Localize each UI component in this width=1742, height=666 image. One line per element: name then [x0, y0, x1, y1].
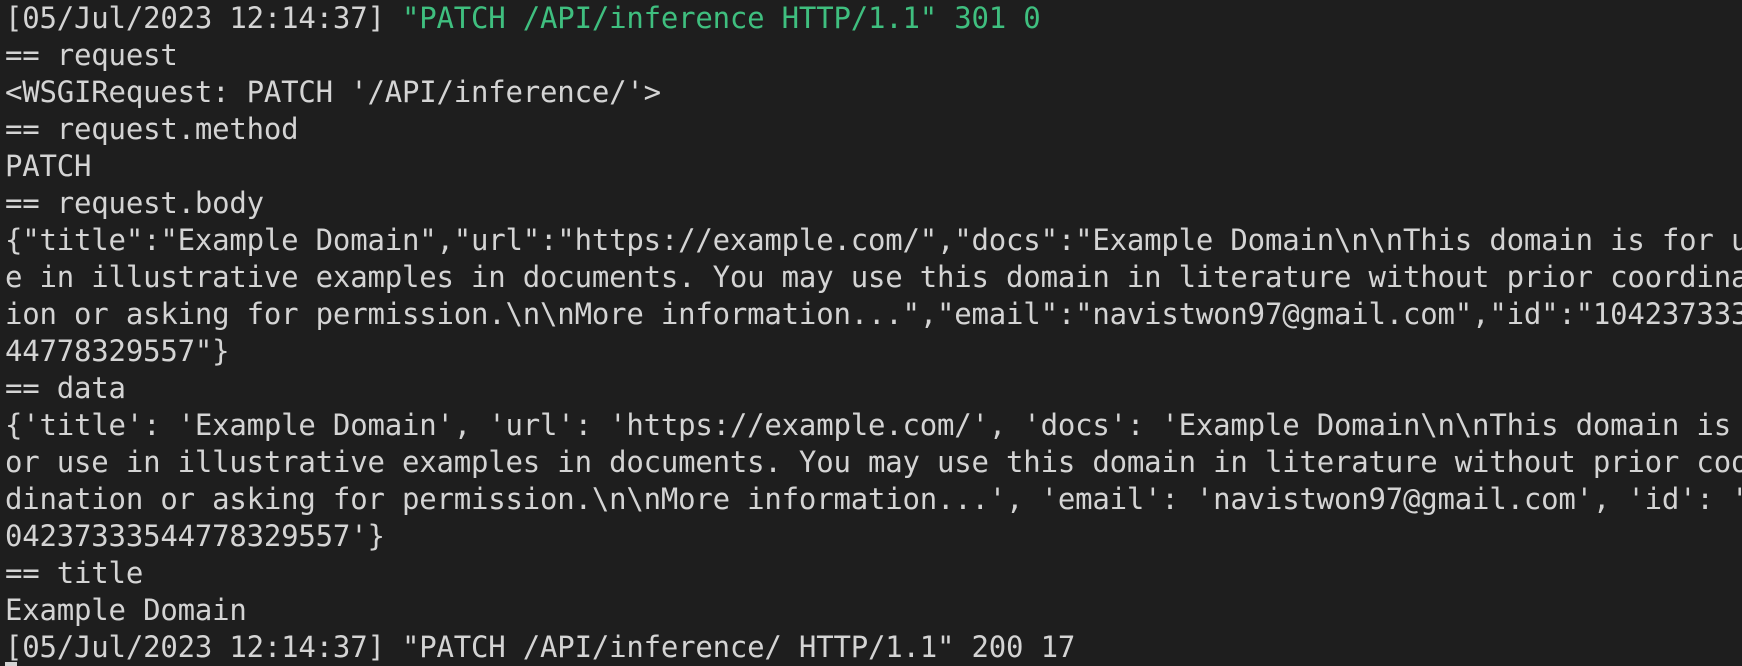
- request-method-value: PATCH: [5, 149, 92, 183]
- request-body-line-3: ion or asking for permission.\n\nMore in…: [5, 297, 1742, 331]
- request-body-line-4: 44778329557"}: [5, 334, 230, 368]
- section-header-title: == title: [5, 556, 144, 590]
- terminal-cursor: [5, 662, 17, 666]
- data-line-2: or use in illustrative examples in docum…: [5, 445, 1742, 479]
- section-header-data: == data: [5, 371, 126, 405]
- log-line-redirect: [05/Jul/2023 12:14:37] "PATCH /API/infer…: [0, 0, 1742, 37]
- request-body-line-2: e in illustrative examples in documents.…: [5, 260, 1742, 294]
- log-line-success: [05/Jul/2023 12:14:37] "PATCH /API/infer…: [5, 630, 1076, 664]
- section-header-request-body: == request.body: [5, 186, 264, 220]
- terminal-window[interactable]: [05/Jul/2023 12:14:37] "PATCH /API/infer…: [0, 0, 1742, 666]
- log-timestamp: [05/Jul/2023 12:14:37]: [5, 1, 402, 35]
- request-body-line-1: {"title":"Example Domain","url":"https:/…: [5, 223, 1742, 257]
- data-line-4: 04237333544778329557'}: [5, 519, 385, 553]
- log-request-status: "PATCH /API/inference HTTP/1.1" 301 0: [401, 1, 1041, 35]
- data-line-1: {'title': 'Example Domain', 'url': 'http…: [5, 408, 1742, 442]
- title-value: Example Domain: [5, 593, 247, 627]
- request-object-line: <WSGIRequest: PATCH '/API/inference/'>: [5, 75, 661, 109]
- data-line-3: dination or asking for permission.\n\nMo…: [5, 482, 1742, 516]
- section-header-request: == request: [5, 38, 178, 72]
- section-header-request-method: == request.method: [5, 112, 299, 146]
